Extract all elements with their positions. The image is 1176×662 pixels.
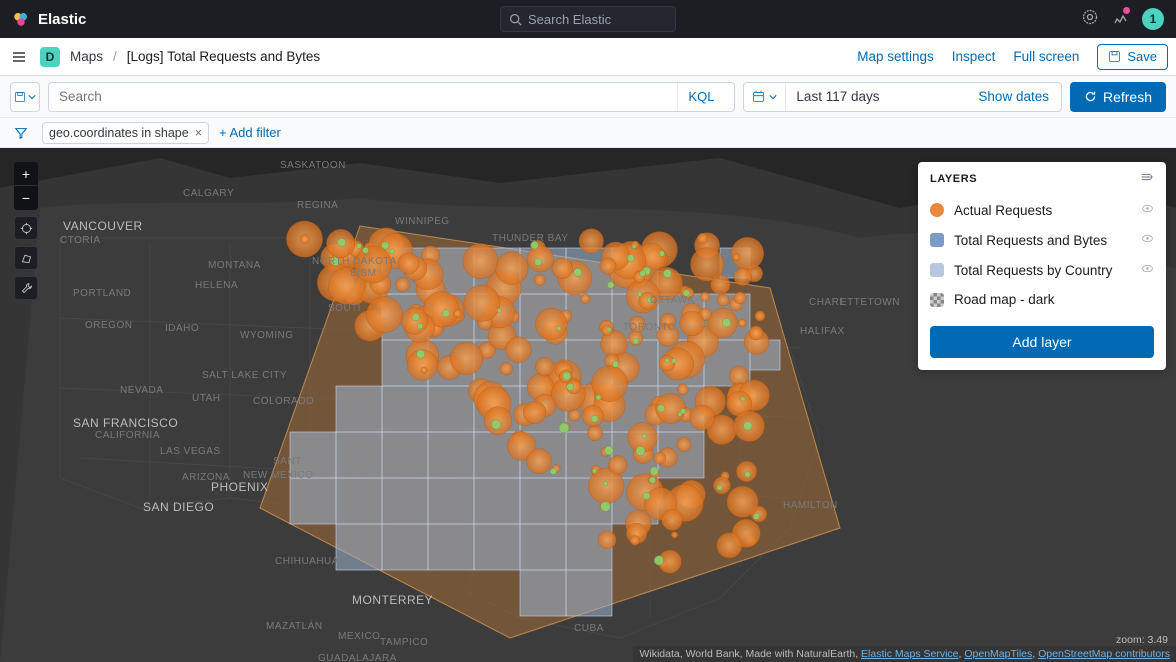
- date-picker: Last 117 days Show dates: [743, 82, 1062, 112]
- attribution-link[interactable]: OpenStreetMap contributors: [1038, 648, 1170, 660]
- breadcrumb-app[interactable]: Maps: [70, 49, 103, 64]
- hamburger-icon: [11, 49, 27, 65]
- fullscreen-link[interactable]: Full screen: [1013, 49, 1079, 64]
- refresh-label: Refresh: [1103, 89, 1152, 105]
- global-search[interactable]: Search Elastic: [500, 6, 676, 32]
- brand-name: Elastic: [38, 11, 86, 28]
- zoom-level-text: zoom: 3.49: [1116, 634, 1168, 646]
- newsfeed-icon[interactable]: [1112, 9, 1128, 30]
- chevron-down-icon: [769, 93, 777, 101]
- elastic-logo[interactable]: Elastic: [12, 10, 86, 28]
- refresh-icon: [1084, 90, 1097, 103]
- query-language-switcher[interactable]: KQL: [677, 83, 724, 111]
- user-avatar[interactable]: 1: [1142, 8, 1164, 30]
- remove-filter-button[interactable]: ×: [195, 126, 202, 140]
- layer-label: Total Requests by Country: [954, 263, 1112, 278]
- breadcrumb-title: [Logs] Total Requests and Bytes: [127, 49, 320, 64]
- map-attribution: Wikidata, World Bank, Made with NaturalE…: [633, 646, 1176, 662]
- query-input-wrap: KQL: [48, 82, 735, 112]
- attribution-link[interactable]: OpenMapTiles: [964, 648, 1032, 660]
- attribution-prefix: Wikidata, World Bank, Made with NaturalE…: [639, 648, 861, 660]
- collapse-icon: [1140, 170, 1154, 184]
- saved-query-menu[interactable]: [10, 82, 40, 112]
- space-initial: D: [46, 50, 55, 64]
- layer-label: Road map - dark: [954, 292, 1055, 307]
- layer-row[interactable]: Road map - dark: [918, 285, 1166, 314]
- attribution-link[interactable]: Elastic Maps Service: [861, 648, 958, 660]
- filter-pill-text: geo.coordinates in shape: [49, 126, 189, 140]
- save-label: Save: [1127, 49, 1157, 64]
- layer-swatch: [930, 293, 944, 307]
- layer-label: Total Requests and Bytes: [954, 233, 1107, 248]
- layers-title: LAYERS: [930, 173, 977, 185]
- nav-toggle-button[interactable]: [8, 46, 30, 68]
- disk-icon: [14, 91, 26, 103]
- layer-visibility-icon[interactable]: [1141, 262, 1154, 278]
- layer-label: Actual Requests: [954, 203, 1052, 218]
- app-header: D Maps / [Logs] Total Requests and Bytes…: [0, 38, 1176, 76]
- show-dates-link[interactable]: Show dates: [966, 89, 1061, 104]
- layer-row[interactable]: Actual Requests: [918, 195, 1166, 225]
- layer-swatch: [930, 203, 944, 217]
- inspect-link[interactable]: Inspect: [952, 49, 996, 64]
- polygon-icon: [20, 252, 33, 265]
- filter-options-button[interactable]: [10, 122, 32, 144]
- collapse-layers-button[interactable]: [1140, 170, 1154, 187]
- draw-shape-button[interactable]: [14, 246, 38, 270]
- notification-dot-icon: [1123, 7, 1130, 14]
- space-selector[interactable]: D: [40, 47, 60, 67]
- map-settings-link[interactable]: Map settings: [857, 49, 934, 64]
- query-input[interactable]: [59, 89, 677, 104]
- filter-pill[interactable]: geo.coordinates in shape ×: [42, 122, 209, 144]
- filter-bar: geo.coordinates in shape × + Add filter: [0, 118, 1176, 148]
- add-filter-link[interactable]: + Add filter: [219, 125, 281, 140]
- wrench-icon: [20, 282, 33, 295]
- layers-panel: LAYERS Actual Requests Total Requests and…: [918, 162, 1166, 370]
- zoom-out-button[interactable]: −: [14, 186, 38, 210]
- layer-swatch: [930, 263, 944, 277]
- calendar-icon: [752, 90, 765, 103]
- help-icon[interactable]: [1082, 9, 1098, 30]
- avatar-initial: 1: [1150, 12, 1157, 26]
- quick-date-menu[interactable]: [744, 83, 786, 111]
- add-layer-button[interactable]: Add layer: [930, 326, 1154, 358]
- chevron-down-icon: [28, 93, 36, 101]
- breadcrumb-separator: /: [113, 49, 117, 64]
- tools-button[interactable]: [14, 276, 38, 300]
- layer-swatch: [930, 233, 944, 247]
- layer-visibility-icon[interactable]: [1141, 202, 1154, 218]
- save-button[interactable]: Save: [1097, 44, 1168, 70]
- map-canvas[interactable]: SASKATOONCALGARYREGINAVANCOUVERCTORIAWIN…: [0, 148, 1176, 662]
- crosshair-icon: [20, 222, 33, 235]
- query-bar: KQL Last 117 days Show dates Refresh: [0, 76, 1176, 118]
- elastic-logo-icon: [12, 10, 30, 28]
- layer-row[interactable]: Total Requests by Country: [918, 255, 1166, 285]
- fit-to-data-button[interactable]: [14, 216, 38, 240]
- layer-row[interactable]: Total Requests and Bytes: [918, 225, 1166, 255]
- filter-icon: [14, 126, 28, 140]
- zoom-in-button[interactable]: +: [14, 162, 38, 186]
- map-controls: + −: [14, 162, 38, 300]
- date-range-text[interactable]: Last 117 days: [786, 89, 966, 104]
- refresh-button[interactable]: Refresh: [1070, 82, 1166, 112]
- search-icon: [509, 13, 522, 26]
- layer-visibility-icon[interactable]: [1141, 232, 1154, 248]
- global-search-placeholder: Search Elastic: [528, 12, 611, 27]
- save-icon: [1108, 50, 1121, 63]
- global-header: Elastic Search Elastic 1: [0, 0, 1176, 38]
